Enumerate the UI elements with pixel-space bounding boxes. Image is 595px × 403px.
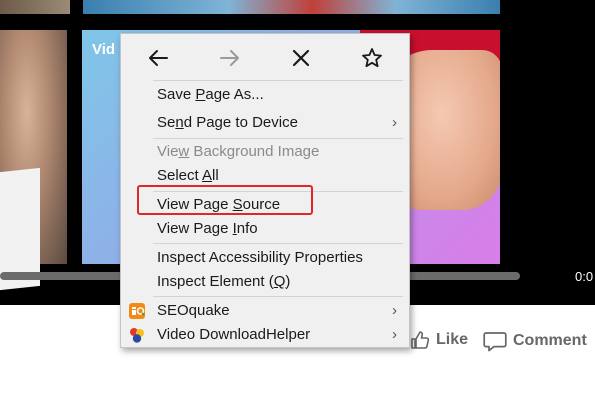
comment-icon bbox=[483, 332, 507, 352]
comment-button[interactable]: Comment bbox=[483, 330, 587, 352]
seoquake-icon bbox=[129, 303, 145, 319]
comment-label: Comment bbox=[513, 332, 587, 349]
menu-item-view-background-image[interactable]: View Background Image bbox=[157, 143, 319, 161]
submenu-arrow-icon: › bbox=[392, 302, 397, 319]
menu-item-video-downloadhelper[interactable]: Video DownloadHelper bbox=[157, 326, 310, 344]
menu-item-select-all[interactable]: Select All bbox=[157, 167, 219, 185]
menu-separator bbox=[153, 138, 403, 139]
menu-item-seoquake[interactable]: SEOquake bbox=[157, 302, 230, 320]
bookmark-button[interactable] bbox=[357, 43, 387, 73]
menu-item-inspect-element[interactable]: Inspect Element (Q) bbox=[157, 273, 290, 291]
video-thumbnail-top[interactable] bbox=[83, 0, 500, 14]
close-icon bbox=[292, 49, 310, 67]
back-button[interactable] bbox=[143, 43, 173, 73]
video-thumbnail-left[interactable] bbox=[0, 30, 67, 291]
video-thumbnail-top-left[interactable] bbox=[0, 0, 70, 14]
downloadhelper-icon bbox=[130, 328, 144, 343]
submenu-arrow-icon: › bbox=[392, 326, 397, 343]
video-title-label: Vid bbox=[92, 41, 116, 58]
menu-separator bbox=[153, 296, 403, 297]
menu-item-inspect-accessibility[interactable]: Inspect Accessibility Properties bbox=[157, 249, 363, 267]
like-label: Like bbox=[436, 331, 469, 348]
context-nav-row bbox=[121, 34, 409, 80]
like-button[interactable]: Like bbox=[410, 330, 468, 350]
menu-item-view-page-info[interactable]: View Page Info bbox=[157, 220, 258, 238]
submenu-arrow-icon: › bbox=[392, 114, 397, 131]
menu-item-send-page-to-device[interactable]: Send Page to Device bbox=[157, 114, 298, 132]
view-page-source-highlight bbox=[137, 185, 313, 215]
back-arrow-icon bbox=[149, 50, 168, 66]
forward-button[interactable] bbox=[215, 43, 245, 73]
star-icon bbox=[362, 48, 382, 68]
stop-button[interactable] bbox=[286, 43, 316, 73]
video-time-label: 0:0 bbox=[575, 269, 594, 284]
menu-item-save-page-as[interactable]: Save Page As... bbox=[157, 86, 264, 104]
forward-arrow-icon bbox=[220, 50, 239, 66]
menu-separator bbox=[153, 243, 403, 244]
thumbs-up-icon bbox=[411, 331, 430, 349]
menu-separator bbox=[153, 80, 403, 81]
